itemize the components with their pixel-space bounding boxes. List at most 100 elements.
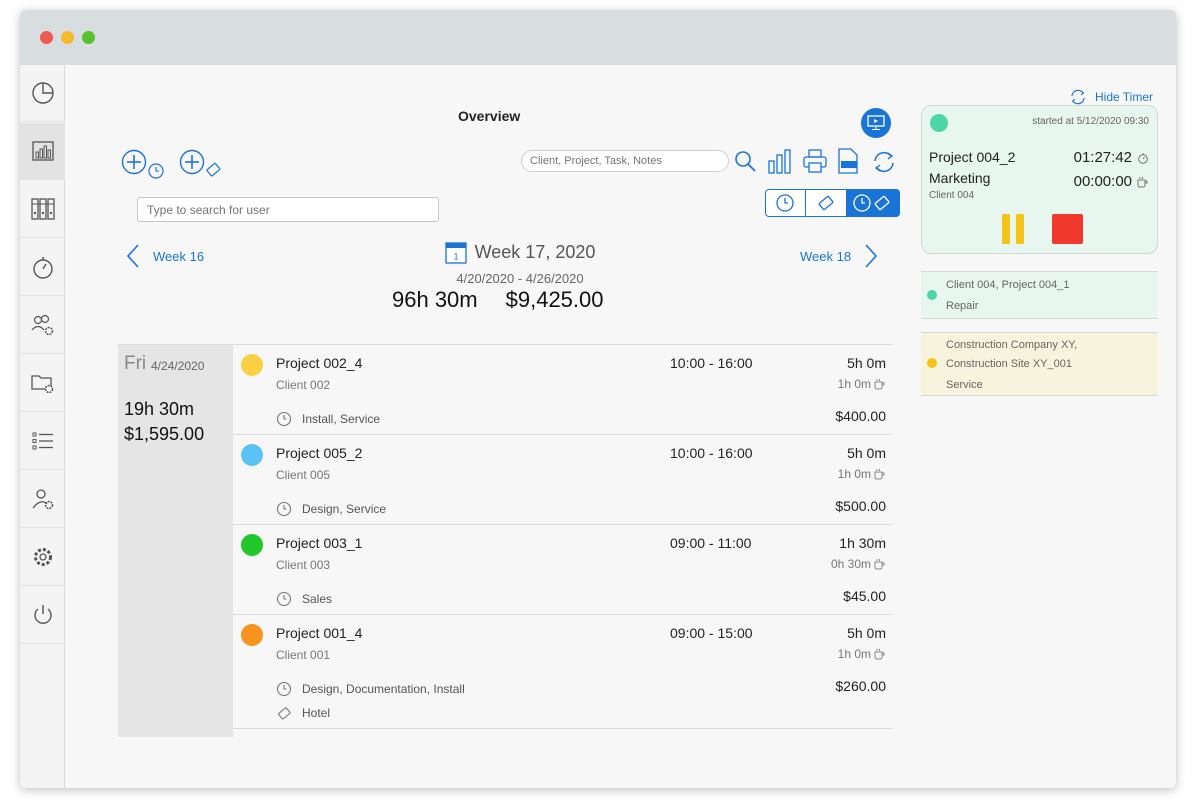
recent-item-task: Repair bbox=[946, 300, 979, 312]
recent-timer-item[interactable]: Construction Company XY, Construction Si… bbox=[921, 332, 1158, 396]
recent-item-title: Construction Company XY, bbox=[946, 339, 1078, 351]
day-date: 4/24/2020 bbox=[151, 359, 205, 373]
timer-task: Marketing bbox=[929, 170, 991, 186]
page-title: Overview bbox=[458, 108, 521, 124]
search-icon bbox=[735, 151, 756, 172]
sidebar-item-overview[interactable] bbox=[20, 123, 65, 180]
stopwatch-icon bbox=[32, 257, 53, 279]
entry-tags: Design, Documentation, Install bbox=[276, 681, 465, 697]
entry-tags-text: Install, Service bbox=[302, 412, 381, 426]
list-item[interactable]: Project 002_4 Client 002 10:00 - 16:00 5… bbox=[233, 345, 892, 435]
list-item[interactable]: Project 001_4 Client 001 09:00 - 15:00 5… bbox=[233, 615, 892, 729]
search-input[interactable] bbox=[521, 150, 729, 172]
filter-all[interactable] bbox=[846, 189, 900, 217]
entry-tags-text: Design, Documentation, Install bbox=[302, 682, 465, 696]
timer-client: Client 004 bbox=[929, 190, 975, 201]
hide-timer-label: Hide Timer bbox=[1095, 90, 1154, 104]
pause-bar bbox=[1002, 214, 1010, 244]
power-icon bbox=[33, 605, 52, 624]
sidebar-item-users[interactable] bbox=[20, 471, 65, 528]
entry-break: 1h 0m bbox=[838, 467, 886, 481]
add-expense-icon bbox=[179, 149, 221, 177]
project-color-dot bbox=[930, 114, 948, 132]
previous-week-label: Week 16 bbox=[153, 248, 205, 264]
sidebar-item-logout[interactable] bbox=[20, 587, 65, 644]
entry-break-value: 1h 0m bbox=[837, 377, 871, 391]
entry-client: Client 001 bbox=[276, 648, 331, 662]
project-color-dot bbox=[241, 444, 263, 466]
entry-time: 09:00 - 15:00 bbox=[670, 625, 753, 641]
refresh-button[interactable] bbox=[871, 149, 897, 175]
running-timer-card[interactable]: started at 5/12/2020 09:30 Project 004_2… bbox=[921, 105, 1158, 254]
print-button[interactable] bbox=[801, 147, 829, 175]
list-item[interactable]: Project 005_2 Client 005 10:00 - 16:00 5… bbox=[233, 435, 892, 525]
coffee-cup-icon bbox=[874, 379, 885, 390]
export-csv-button[interactable] bbox=[835, 147, 861, 175]
sidebar-item-projects[interactable] bbox=[20, 355, 65, 412]
entry-type-filter bbox=[765, 189, 900, 217]
week-title[interactable]: 1 Week 17, 2020 bbox=[444, 240, 595, 264]
entry-project: Project 005_2 bbox=[276, 445, 363, 461]
sidebar-item-records[interactable] bbox=[20, 181, 65, 238]
main-content: Overview Client, Project, Task, Notes Ty… bbox=[65, 65, 1176, 788]
hide-timer-button[interactable]: Hide Timer bbox=[1069, 88, 1153, 106]
close-window-button[interactable] bbox=[40, 31, 53, 44]
project-color-dot bbox=[241, 534, 263, 556]
entry-amount: $260.00 bbox=[835, 678, 886, 694]
entry-project: Project 002_4 bbox=[276, 355, 363, 371]
timer-running: 01:27:42 bbox=[1074, 149, 1149, 166]
entry-break-value: 0h 30m bbox=[830, 557, 871, 571]
search-button[interactable] bbox=[733, 149, 757, 173]
day-summary: Fri 4/24/2020 19h 30m $1,595.00 bbox=[118, 345, 233, 737]
filter-expenses[interactable] bbox=[805, 189, 847, 217]
user-search-input[interactable] bbox=[137, 197, 439, 222]
minimize-window-button[interactable] bbox=[61, 31, 74, 44]
clock-tag-icon bbox=[853, 194, 890, 212]
clock-icon bbox=[276, 501, 292, 517]
sidebar-item-settings[interactable] bbox=[20, 529, 65, 586]
pause-button[interactable] bbox=[1002, 214, 1026, 244]
next-week-button[interactable]: Week 18 bbox=[800, 243, 879, 269]
entry-break: 1h 0m bbox=[838, 377, 886, 391]
list-icon bbox=[32, 432, 53, 450]
entry-expense-text: Hotel bbox=[302, 706, 331, 720]
timer-break: 00:00:00 bbox=[1074, 173, 1149, 190]
timer-started: started at 5/12/2020 09:30 bbox=[1032, 116, 1149, 127]
sidebar-item-clients[interactable] bbox=[20, 297, 65, 354]
clock-icon bbox=[276, 591, 292, 607]
previous-week-button[interactable]: Week 16 bbox=[125, 243, 204, 269]
chevron-left-icon bbox=[126, 244, 139, 268]
stop-button[interactable] bbox=[1052, 214, 1083, 244]
entry-client: Client 003 bbox=[276, 558, 331, 572]
sidebar-item-timer[interactable] bbox=[20, 239, 65, 296]
timer-break-value: 00:00:00 bbox=[1073, 173, 1132, 190]
sidebar-item-tasks[interactable] bbox=[20, 413, 65, 470]
sidebar-item-dashboard[interactable] bbox=[20, 65, 65, 122]
recent-timer-item[interactable]: Client 004, Project 004_1 Repair bbox=[921, 271, 1158, 319]
presentation-button[interactable] bbox=[861, 108, 891, 138]
title-bar bbox=[20, 10, 1176, 65]
week-total-hours: 96h 30m bbox=[392, 287, 478, 312]
entry-project: Project 003_1 bbox=[276, 535, 363, 551]
refresh-icon bbox=[1071, 89, 1085, 105]
clock-icon bbox=[776, 194, 795, 212]
monitor-icon bbox=[867, 115, 885, 130]
app-window: Overview Client, Project, Task, Notes Ty… bbox=[20, 10, 1176, 788]
tag-icon bbox=[818, 195, 834, 211]
add-expense-button[interactable] bbox=[179, 149, 225, 181]
entry-duration: 1h 30m bbox=[839, 535, 886, 551]
zoom-window-button[interactable] bbox=[82, 31, 95, 44]
entry-list: Project 002_4 Client 002 10:00 - 16:00 5… bbox=[233, 345, 892, 729]
entry-tags-text: Sales bbox=[302, 592, 333, 606]
add-time-entry-button[interactable] bbox=[121, 149, 167, 181]
filter-time-entries[interactable] bbox=[765, 189, 806, 217]
charts-button[interactable] bbox=[766, 147, 794, 175]
entry-break: 0h 30m bbox=[831, 557, 886, 571]
list-item[interactable]: Project 003_1 Client 003 09:00 - 11:00 1… bbox=[233, 525, 892, 615]
clock-icon bbox=[276, 681, 292, 697]
refresh-icon bbox=[874, 151, 894, 173]
bar-chart-icon bbox=[768, 149, 791, 174]
entry-time: 10:00 - 16:00 bbox=[670, 355, 753, 371]
entry-tags: Install, Service bbox=[276, 411, 380, 427]
week-total-amount: $9,425.00 bbox=[505, 287, 604, 312]
